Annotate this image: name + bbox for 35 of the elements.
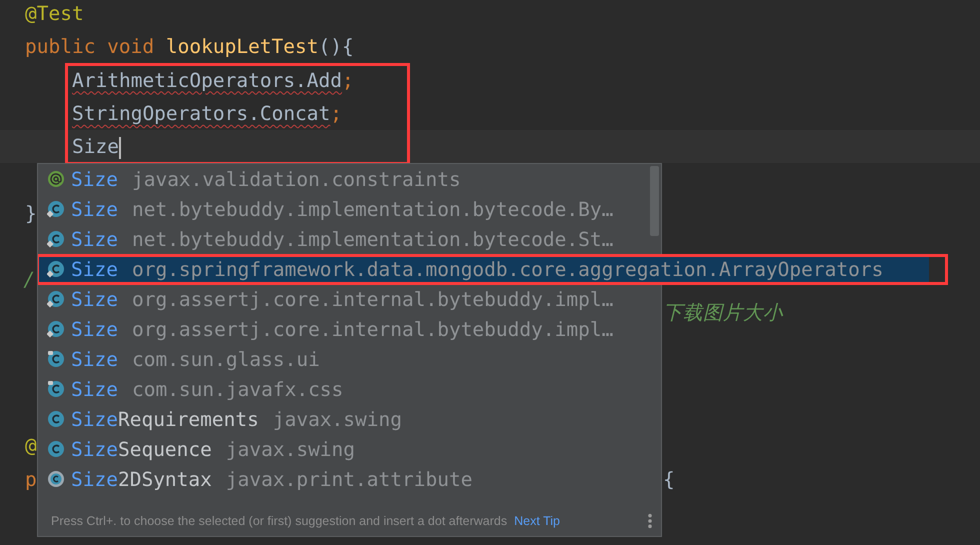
code-fragment: 下载图片大小 bbox=[663, 300, 783, 326]
more-options-icon[interactable] bbox=[647, 512, 653, 528]
class-icon bbox=[47, 440, 65, 458]
code-line: @Test bbox=[25, 1, 84, 27]
completion-item[interactable]: SizeRequirements javax.swing bbox=[38, 404, 648, 434]
scrollbar-thumb[interactable] bbox=[650, 166, 659, 236]
class-icon bbox=[47, 200, 65, 218]
class-icon bbox=[47, 380, 65, 398]
code-line: public void lookupLetTest(){ bbox=[25, 34, 354, 60]
completion-item[interactable]: Size org.assertj.core.internal.bytebuddy.impl… bbox=[38, 314, 648, 344]
class-icon bbox=[47, 350, 65, 368]
class-icon bbox=[47, 320, 65, 338]
code-line: ArithmeticOperators.Add; bbox=[72, 68, 354, 94]
hint-text: Press Ctrl+. to choose the selected (or first) suggestion and insert a dot afterwards bbox=[51, 514, 508, 528]
code-line: StringOperators.Concat; bbox=[72, 100, 342, 127]
class-icon bbox=[47, 410, 65, 428]
class-icon bbox=[47, 230, 65, 248]
completion-item[interactable]: SizeSequence javax.swing bbox=[38, 434, 648, 464]
code-fragment: { bbox=[663, 466, 675, 492]
class-icon bbox=[47, 260, 65, 278]
next-tip-link[interactable]: Next Tip bbox=[514, 514, 560, 528]
class-icon bbox=[47, 290, 65, 308]
annotation-icon bbox=[47, 170, 65, 188]
abstract-class-icon bbox=[47, 470, 65, 488]
completion-item[interactable]: Size com.sun.javafx.css bbox=[38, 374, 648, 404]
code-line: / bbox=[25, 267, 32, 293]
completion-item[interactable]: Size net.bytebuddy.implementation.bytecode.By… bbox=[38, 194, 648, 224]
completion-item[interactable]: Size net.bytebuddy.implementation.bytecode.St… bbox=[38, 224, 648, 254]
completion-item[interactable]: Size2DSyntax javax.print.attribute bbox=[38, 464, 648, 494]
code-line: p bbox=[25, 466, 37, 492]
code-line: @ bbox=[25, 433, 37, 460]
code-line: } bbox=[25, 200, 37, 226]
completion-item[interactable]: Size com.sun.glass.ui bbox=[38, 344, 648, 374]
completion-item[interactable]: Size org.assertj.core.internal.bytebuddy.impl… bbox=[38, 284, 648, 314]
completion-item[interactable]: Size javax.validation.constraints bbox=[38, 164, 648, 194]
